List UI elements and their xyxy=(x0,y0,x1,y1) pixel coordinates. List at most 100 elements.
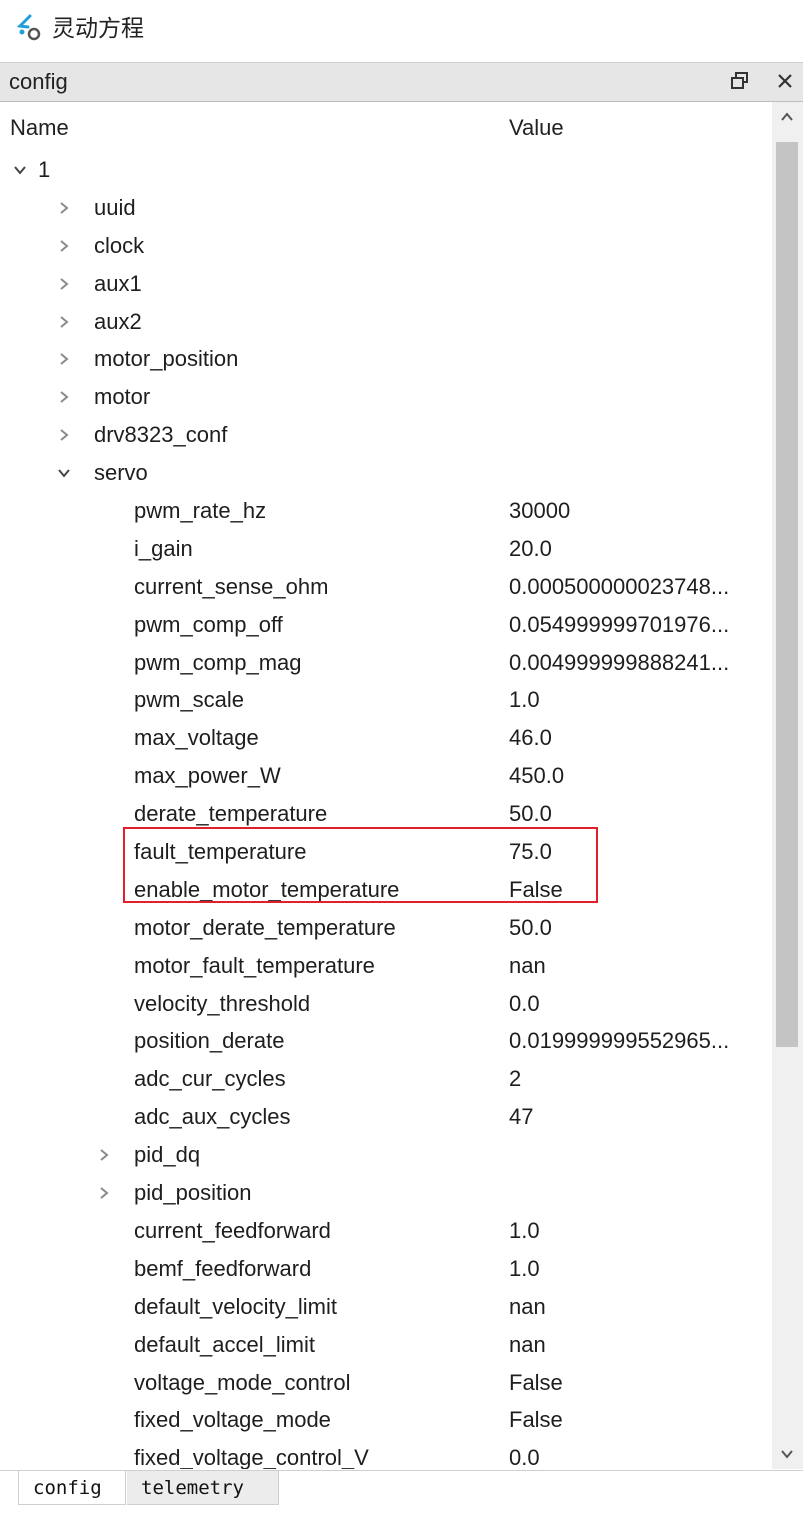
row-name: pid_position xyxy=(134,1180,252,1206)
app-header: 灵动方程 xyxy=(0,0,803,56)
tree-row[interactable]: bemf_feedforward 1.0 xyxy=(0,1252,770,1290)
row-name: uuid xyxy=(94,194,136,220)
close-icon[interactable] xyxy=(774,70,796,92)
row-name: derate_temperature xyxy=(134,801,328,827)
row-name: position_derate xyxy=(134,1028,285,1054)
row-name: i_gain xyxy=(134,535,193,561)
row-name: pwm_rate_hz xyxy=(134,498,267,524)
vertical-scrollbar[interactable] xyxy=(772,102,803,1469)
row-name: aux1 xyxy=(94,270,142,296)
tree-row[interactable]: 1 xyxy=(0,153,770,191)
row-value: 0.019999999552965... xyxy=(509,1028,730,1054)
row-value: 2 xyxy=(509,1066,522,1092)
row-name: motor_fault_temperature xyxy=(134,952,375,978)
chevron-right-icon[interactable] xyxy=(56,427,72,443)
row-value: 450.0 xyxy=(509,763,565,789)
row-name: enable_motor_temperature xyxy=(134,876,400,902)
tree-row[interactable]: current_sense_ohm 0.000500000023748... xyxy=(0,570,770,608)
tree-row[interactable]: motor_position xyxy=(0,342,770,380)
tree-row[interactable]: pid_position xyxy=(0,1176,770,1214)
row-name: bemf_feedforward xyxy=(134,1255,312,1281)
scroll-down-icon[interactable] xyxy=(778,1445,796,1463)
row-value: 0.0 xyxy=(509,990,540,1016)
row-name: pwm_comp_mag xyxy=(134,649,302,675)
column-name-header[interactable]: Name xyxy=(10,115,69,141)
tree-row[interactable]: drv8323_conf xyxy=(0,418,770,456)
tree-row[interactable]: aux1 xyxy=(0,267,770,305)
row-name: velocity_threshold xyxy=(134,990,311,1016)
tree-row[interactable]: max_voltage 46.0 xyxy=(0,721,770,759)
tree-row[interactable]: pwm_comp_off 0.054999999701976... xyxy=(0,608,770,646)
row-name: adc_cur_cycles xyxy=(134,1066,286,1092)
tree-row[interactable]: aux2 xyxy=(0,305,770,343)
tree-row[interactable]: default_velocity_limit nan xyxy=(0,1290,770,1328)
row-name: fixed_voltage_mode xyxy=(134,1407,331,1433)
tree-row[interactable]: pwm_scale 1.0 xyxy=(0,683,770,721)
app-logo-icon xyxy=(16,14,41,41)
tree-row[interactable]: i_gain 20.0 xyxy=(0,532,770,570)
tree-row[interactable]: velocity_threshold 0.0 xyxy=(0,987,770,1025)
bottom-tabbar: config telemetry xyxy=(0,1470,803,1534)
chevron-right-icon[interactable] xyxy=(56,314,72,330)
scrollbar-thumb[interactable] xyxy=(776,142,798,1047)
row-name: motor_position xyxy=(94,346,239,372)
tab-config[interactable]: config xyxy=(18,1471,126,1505)
float-window-icon[interactable] xyxy=(729,70,751,92)
tree-row[interactable]: max_power_W 450.0 xyxy=(0,759,770,797)
config-tree[interactable]: Name Value 1 uuid clock aux1 aux2 motor_posit… xyxy=(0,102,803,1469)
tree-row[interactable]: adc_cur_cycles 2 xyxy=(0,1062,770,1100)
tree-row[interactable]: fault_temperature 75.0 xyxy=(0,835,770,873)
row-name: max_voltage xyxy=(134,725,259,751)
tree-row[interactable]: enable_motor_temperature False xyxy=(0,873,770,911)
row-value: 30000 xyxy=(509,498,571,524)
row-name: pid_dq xyxy=(134,1142,201,1168)
row-name: drv8323_conf xyxy=(94,422,228,448)
scroll-up-icon[interactable] xyxy=(778,108,796,126)
row-value: 0.004999999888241... xyxy=(509,649,730,675)
tree-row[interactable]: fixed_voltage_mode False xyxy=(0,1403,770,1441)
chevron-right-icon[interactable] xyxy=(96,1147,112,1163)
tree-row[interactable]: voltage_mode_control False xyxy=(0,1366,770,1404)
row-name: aux2 xyxy=(94,308,142,334)
row-value: 50.0 xyxy=(509,801,552,827)
tree-row[interactable]: adc_aux_cycles 47 xyxy=(0,1100,770,1138)
tree-row[interactable]: default_accel_limit nan xyxy=(0,1328,770,1366)
tree-row[interactable]: uuid xyxy=(0,191,770,229)
tree-row[interactable]: derate_temperature 50.0 xyxy=(0,797,770,835)
tree-row[interactable]: motor_derate_temperature 50.0 xyxy=(0,911,770,949)
row-name: motor_derate_temperature xyxy=(134,914,396,940)
chevron-right-icon[interactable] xyxy=(56,276,72,292)
row-value: nan xyxy=(509,1331,546,1357)
tree-row[interactable]: motor xyxy=(0,380,770,418)
tree-row[interactable]: pid_dq xyxy=(0,1138,770,1176)
tab-telemetry[interactable]: telemetry xyxy=(127,1471,279,1505)
panel-title: config xyxy=(9,69,68,94)
tree-row[interactable]: fixed_voltage_control_V 0.0 xyxy=(0,1441,770,1469)
chevron-right-icon[interactable] xyxy=(56,200,72,216)
chevron-right-icon[interactable] xyxy=(56,351,72,367)
tree-row[interactable]: servo xyxy=(0,456,770,494)
tree-row[interactable]: motor_fault_temperature nan xyxy=(0,949,770,987)
chevron-right-icon[interactable] xyxy=(56,238,72,254)
tree-row[interactable]: pwm_comp_mag 0.004999999888241... xyxy=(0,646,770,684)
chevron-right-icon[interactable] xyxy=(96,1185,112,1201)
chevron-down-icon[interactable] xyxy=(56,465,72,481)
row-value: 50.0 xyxy=(509,914,552,940)
tree-row[interactable]: clock xyxy=(0,229,770,267)
row-value: False xyxy=(509,876,563,902)
row-name: fault_temperature xyxy=(134,839,307,865)
row-value: 46.0 xyxy=(509,725,552,751)
tree-row[interactable]: pwm_rate_hz 30000 xyxy=(0,494,770,532)
row-value: 0.000500000023748... xyxy=(509,573,730,599)
chevron-down-icon[interactable] xyxy=(12,162,28,178)
row-value: False xyxy=(509,1369,563,1395)
row-name: voltage_mode_control xyxy=(134,1369,351,1395)
tree-row[interactable]: current_feedforward 1.0 xyxy=(0,1214,770,1252)
row-name: pwm_scale xyxy=(134,687,245,713)
column-value-header[interactable]: Value xyxy=(509,115,564,141)
row-name: max_power_W xyxy=(134,763,281,789)
row-name: default_accel_limit xyxy=(134,1331,315,1357)
chevron-right-icon[interactable] xyxy=(56,389,72,405)
row-value: 1.0 xyxy=(509,687,540,713)
tree-row[interactable]: position_derate 0.019999999552965... xyxy=(0,1024,770,1062)
